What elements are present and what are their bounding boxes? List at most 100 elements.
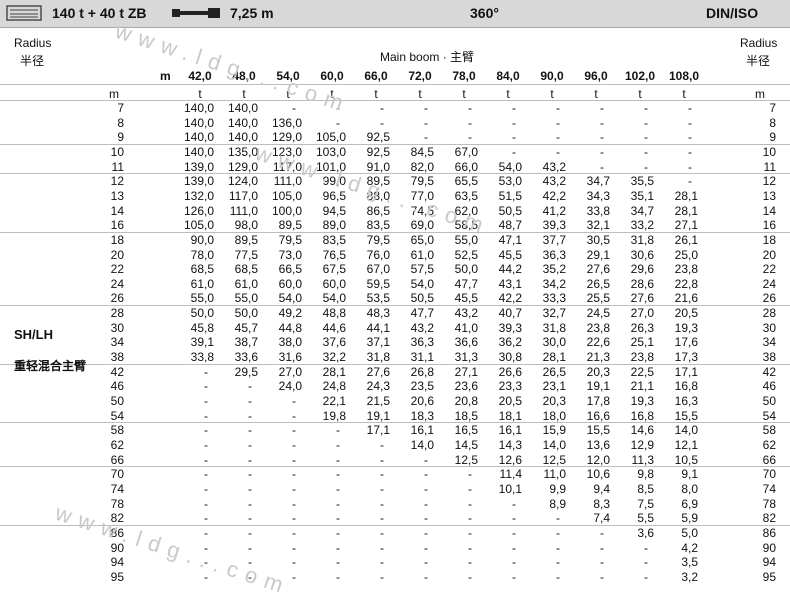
- radius-cell: 66: [110, 452, 124, 467]
- boom-length-column: 60,0: [320, 69, 344, 83]
- load-value-cell: -: [248, 540, 252, 555]
- load-value-cell: 13,6: [586, 437, 610, 452]
- load-value-cell: -: [292, 437, 296, 452]
- load-value-cell: -: [556, 555, 560, 570]
- load-value-cell: -: [336, 481, 340, 496]
- load-value-cell: -: [380, 555, 384, 570]
- radius-label-cn: 半径: [20, 54, 45, 68]
- load-value-cell: -: [512, 525, 516, 540]
- load-value-cell: 14,6: [630, 423, 654, 438]
- mode-label: SH/LH: [14, 327, 53, 342]
- load-value-cell: -: [644, 144, 648, 159]
- boom-length: 7,25 m: [230, 5, 274, 21]
- load-value-cell: -: [688, 101, 692, 115]
- load-value-cell: 8,9: [549, 496, 566, 511]
- load-value-cell: 39,1: [190, 335, 214, 350]
- load-value-cell: 21,5: [366, 394, 390, 408]
- boom-length-column: 90,0: [540, 69, 564, 83]
- load-value-cell: 44,8: [278, 320, 302, 335]
- load-value-cell: 45,7: [234, 320, 258, 335]
- load-value-cell: -: [468, 130, 472, 145]
- load-value-cell: -: [336, 511, 340, 526]
- load-value-cell: 18,3: [410, 408, 434, 423]
- load-value-cell: 66,5: [278, 262, 302, 277]
- row-divider: [0, 143, 790, 145]
- table-row: 18 90,0 89,5 79,5 83,5 79,5 65,0 55,0 47,1 37,7 30…: [0, 233, 790, 248]
- table-row: 38 33,8 33,6 31,6 32,2 31,8 31,1 31,3 30,8 28,1 21…: [0, 350, 790, 365]
- load-value-cell: 8,3: [593, 496, 610, 511]
- load-value-cell: -: [248, 511, 252, 526]
- unit-cell: t: [462, 87, 466, 101]
- load-value-cell: 60,0: [322, 276, 346, 291]
- load-value-cell: 136,0: [271, 115, 302, 130]
- load-value-cell: -: [204, 437, 208, 452]
- load-value-cell: -: [204, 496, 208, 511]
- load-value-cell: 49,2: [278, 306, 302, 321]
- load-value-cell: 21,3: [586, 350, 610, 365]
- load-value-cell: 139,0: [183, 159, 214, 174]
- load-value-cell: 18,0: [542, 408, 566, 423]
- load-value-cell: 20,5: [498, 394, 522, 408]
- load-value-cell: -: [380, 569, 384, 584]
- table-row: 16 105,0 98,0 89,5 89,0 83,5 69,0 58,5 48,7 39,3 3…: [0, 218, 790, 233]
- load-value-cell: -: [512, 540, 516, 555]
- load-value-cell: -: [512, 555, 516, 570]
- load-value-cell: -: [424, 115, 428, 130]
- load-value-cell: -: [468, 481, 472, 496]
- load-value-cell: 5,5: [637, 511, 654, 526]
- load-value-cell: 12,5: [542, 452, 566, 467]
- load-value-cell: -: [204, 452, 208, 467]
- load-value-cell: 25,5: [586, 291, 610, 306]
- load-value-cell: 55,0: [190, 291, 214, 306]
- boom-length-column: 78,0: [452, 69, 476, 83]
- load-value-cell: 50,0: [454, 262, 478, 277]
- radius-cell-right: 86: [762, 525, 776, 540]
- load-value-cell: -: [380, 467, 384, 482]
- load-value-cell: 54,0: [498, 159, 522, 174]
- radius-cell-right: 14: [762, 203, 776, 218]
- load-value-cell: -: [204, 481, 208, 496]
- load-value-cell: 68,5: [190, 262, 214, 277]
- load-value-cell: -: [424, 130, 428, 145]
- boom-length-column: 84,0: [496, 69, 520, 83]
- load-value-cell: -: [468, 496, 472, 511]
- unit-radius-right: m: [755, 87, 765, 101]
- load-value-cell: 31,8: [542, 320, 566, 335]
- load-value-cell: 14,0: [542, 437, 566, 452]
- load-chart-page: 140 t + 40 t ZB 7,25 m 360° DIN/ISO Radi…: [0, 0, 790, 600]
- load-value-cell: -: [468, 569, 472, 584]
- load-value-cell: 10,5: [674, 452, 698, 467]
- load-value-cell: 61,0: [190, 276, 214, 291]
- boom-length-column: 102,0: [624, 69, 656, 83]
- load-value-cell: 16,6: [586, 408, 610, 423]
- load-value-cell: 27,0: [278, 364, 302, 379]
- load-value-cell: 45,5: [498, 247, 522, 262]
- unit-cell: t: [682, 87, 686, 101]
- load-value-cell: 18,1: [498, 408, 522, 423]
- load-value-cell: -: [556, 540, 560, 555]
- load-value-cell: 30,6: [630, 247, 654, 262]
- load-value-cell: -: [468, 101, 472, 115]
- load-value-cell: 19,1: [366, 408, 390, 423]
- load-value-cell: -: [292, 394, 296, 408]
- radius-cell: 28: [110, 306, 124, 321]
- load-value-cell: 105,0: [183, 218, 214, 233]
- load-value-cell: 7,5: [637, 496, 654, 511]
- load-value-cell: 45,8: [190, 320, 214, 335]
- table-row: 8 140,0 140,0 136,0- - - - - - - - -8: [0, 116, 790, 131]
- load-value-cell: -: [248, 423, 252, 438]
- load-value-cell: 34,7: [630, 203, 654, 218]
- load-value-cell: 31,8: [630, 232, 654, 247]
- load-value-cell: 89,5: [234, 232, 258, 247]
- standard-label: DIN/ISO: [706, 5, 759, 21]
- load-value-cell: 24,8: [322, 379, 346, 394]
- load-value-cell: 6,9: [681, 496, 698, 511]
- load-value-cell: 54,0: [278, 291, 302, 306]
- radius-label-en-right: Radius: [740, 36, 778, 50]
- load-value-cell: 9,1: [681, 467, 698, 482]
- load-value-cell: -: [204, 467, 208, 482]
- load-value-cell: 17,3: [674, 350, 698, 365]
- load-value-cell: 19,3: [674, 320, 698, 335]
- load-value-cell: 83,5: [366, 218, 390, 233]
- load-value-cell: 126,0: [183, 203, 214, 218]
